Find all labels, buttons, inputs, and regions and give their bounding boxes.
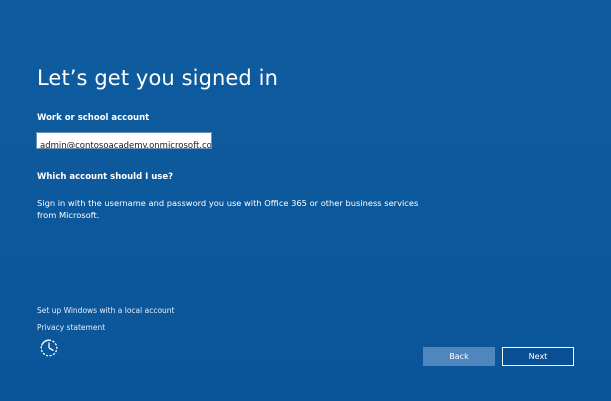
account-field-label: Work or school account <box>37 113 150 123</box>
next-button[interactable]: Next <box>502 347 574 366</box>
ease-of-access-icon-svg <box>40 339 58 357</box>
page-title: Let’s get you signed in <box>37 66 278 90</box>
sign-in-description: Sign in with the username and password y… <box>37 198 419 220</box>
oobe-screen: Let’s get you signed in Work or school a… <box>0 0 611 401</box>
account-input[interactable] <box>37 138 211 148</box>
privacy-statement-link[interactable]: Privacy statement <box>37 323 105 332</box>
back-button[interactable]: Back <box>423 347 495 366</box>
account-input-wrapper[interactable] <box>36 132 212 149</box>
local-account-link[interactable]: Set up Windows with a local account <box>37 306 174 315</box>
ease-of-access-icon[interactable] <box>39 338 59 358</box>
which-account-link[interactable]: Which account should I use? <box>37 172 173 182</box>
